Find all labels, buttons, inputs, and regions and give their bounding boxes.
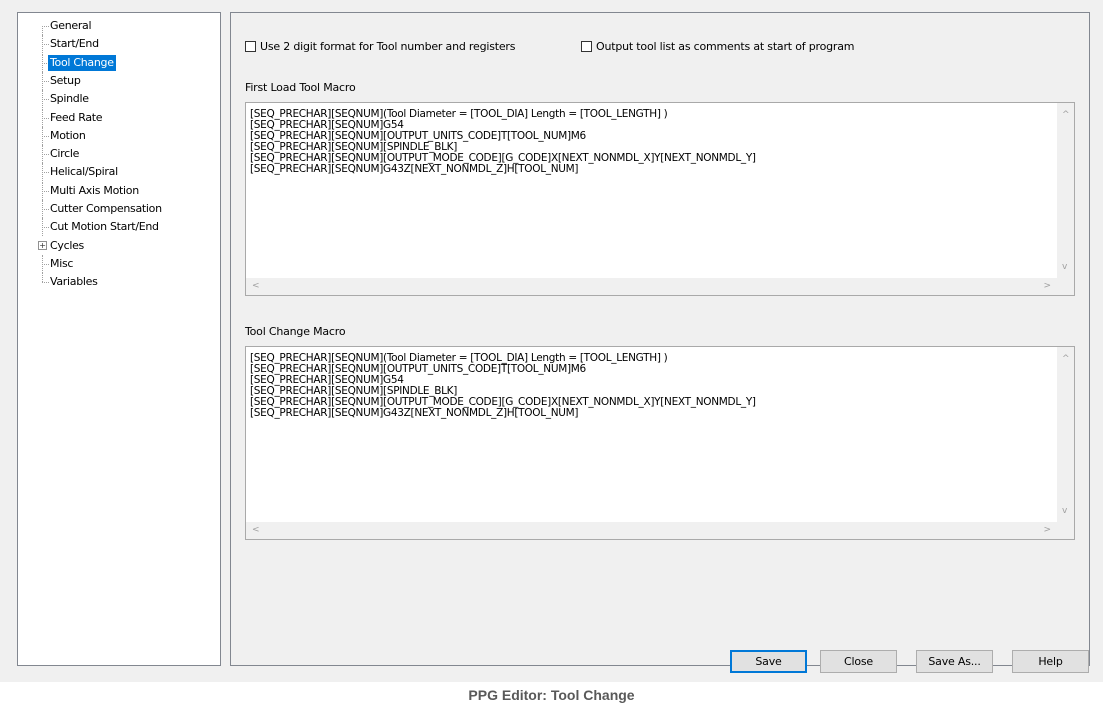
tree-branch-line <box>38 145 49 164</box>
tree-branch-line <box>38 163 49 182</box>
two-digit-format-checkbox[interactable] <box>245 40 256 52</box>
tree-item-label: Spindle <box>50 92 89 106</box>
first-load-macro-label: First Load Tool Macro <box>245 81 356 94</box>
tree-branch-line <box>38 35 49 54</box>
tree-branch-line <box>38 108 49 127</box>
tool-change-macro-editor[interactable]: [SEQ_PRECHAR][SEQNUM](Tool Diameter = [T… <box>245 346 1075 540</box>
tree-item[interactable]: Multi Axis Motion <box>18 181 220 200</box>
tree-item-label: Multi Axis Motion <box>50 183 139 197</box>
tree-item-label: Cycles <box>50 238 84 252</box>
save-button[interactable]: Save <box>730 650 807 673</box>
tree-item[interactable]: General <box>18 17 220 35</box>
first-load-macro-editor[interactable]: [SEQ_PRECHAR][SEQNUM](Tool Diameter = [T… <box>245 102 1075 296</box>
tool-change-macro-label: Tool Change Macro <box>245 325 346 338</box>
figure-caption: PPG Editor: Tool Change <box>468 687 635 703</box>
tree-branch-line <box>38 218 49 237</box>
tree-item[interactable]: Cut Motion Start/End <box>18 218 220 237</box>
first-load-horizontal-scrollbar[interactable]: < > <box>246 278 1057 295</box>
tree-item[interactable]: Variables <box>18 273 220 291</box>
scroll-right-arrow-icon[interactable]: > <box>1043 526 1051 535</box>
scroll-right-arrow-icon[interactable]: > <box>1043 282 1051 291</box>
save-as-button[interactable]: Save As... <box>916 650 993 673</box>
tree-item-label: Feed Rate <box>50 110 103 124</box>
tree-item[interactable]: + Cycles <box>18 237 220 255</box>
ppg-editor-window: General Start/End Tool Change Setup Spindle F… <box>0 0 1103 682</box>
scroll-up-arrow-icon[interactable]: ^ <box>1062 111 1070 120</box>
two-digit-format-label: Use 2 digit format for Tool number and r… <box>260 39 516 53</box>
scroll-left-arrow-icon[interactable]: < <box>252 282 260 291</box>
tree-item-label: Start/End <box>50 37 99 51</box>
two-digit-format-option[interactable]: Use 2 digit format for Tool number and r… <box>245 39 515 53</box>
tree-item[interactable]: Spindle <box>18 90 220 109</box>
tree-item-label: Helical/Spiral <box>50 165 118 179</box>
tree-branch-line <box>38 273 49 291</box>
tree-branch-line <box>38 181 49 200</box>
tree-item[interactable]: Motion <box>18 126 220 145</box>
scroll-down-arrow-icon[interactable]: v <box>1062 263 1067 272</box>
tree-item-label: Cut Motion Start/End <box>50 220 159 234</box>
tool-change-macro-text: [SEQ_PRECHAR][SEQNUM](Tool Diameter = [T… <box>250 353 1054 419</box>
tree-item[interactable]: Tool Change <box>18 53 220 72</box>
macro-line: [SEQ_PRECHAR][SEQNUM]G43Z[NEXT_NONMDL_Z]… <box>250 407 579 419</box>
tree-branch-line <box>38 126 49 145</box>
tree-item-label: Misc <box>50 256 74 270</box>
scroll-up-arrow-icon[interactable]: ^ <box>1062 355 1070 364</box>
tool-change-horizontal-scrollbar[interactable]: < > <box>246 522 1057 539</box>
category-tree[interactable]: General Start/End Tool Change Setup Spindle F… <box>17 12 221 666</box>
tree-item-label: Motion <box>50 128 86 142</box>
tool-change-panel: Use 2 digit format for Tool number and r… <box>230 12 1090 666</box>
tree-item-label: General <box>50 19 92 32</box>
tree-item[interactable]: Cutter Compensation <box>18 200 220 218</box>
expand-plus-icon[interactable]: + <box>38 240 47 250</box>
tree-branch-line <box>38 17 49 35</box>
tool-change-vertical-scrollbar[interactable]: ^ v <box>1057 347 1074 522</box>
tree-item-label: Circle <box>50 147 80 161</box>
tree-branch-line <box>38 90 49 109</box>
tree-branch-line <box>38 53 49 72</box>
tree-item-label: Cutter Compensation <box>50 202 162 215</box>
tool-list-comments-checkbox[interactable] <box>581 40 592 52</box>
tree-item-label: Variables <box>50 275 98 289</box>
close-button[interactable]: Close <box>820 650 897 673</box>
tree-item[interactable]: Feed Rate <box>18 108 220 127</box>
tool-list-comments-label: Output tool list as comments at start of… <box>596 39 855 53</box>
first-load-vertical-scrollbar[interactable]: ^ v <box>1057 103 1074 278</box>
scroll-corner <box>1057 278 1074 295</box>
macro-line: [SEQ_PRECHAR][SEQNUM]G43Z[NEXT_NONMDL_Z]… <box>250 163 579 175</box>
tree-branch-line <box>38 71 49 90</box>
help-button[interactable]: Help <box>1012 650 1089 673</box>
tree-item[interactable]: Setup <box>18 71 220 90</box>
first-load-macro-text: [SEQ_PRECHAR][SEQNUM](Tool Diameter = [T… <box>250 109 1054 175</box>
tree-item-label: Setup <box>50 73 81 87</box>
tool-list-comments-option[interactable]: Output tool list as comments at start of… <box>581 39 854 53</box>
scroll-corner <box>1057 522 1074 539</box>
tree-item[interactable]: Start/End <box>18 35 220 54</box>
tree-branch-line <box>38 200 49 218</box>
scroll-left-arrow-icon[interactable]: < <box>252 526 260 535</box>
tree-branch-line <box>38 254 49 273</box>
tree-item[interactable]: Helical/Spiral <box>18 163 220 182</box>
scroll-down-arrow-icon[interactable]: v <box>1062 507 1067 516</box>
tree-item[interactable]: Circle <box>18 145 220 164</box>
tree-item[interactable]: Misc <box>18 254 220 273</box>
category-tree-list: General Start/End Tool Change Setup Spindle F… <box>18 17 220 665</box>
tree-item-label: Tool Change <box>48 54 116 71</box>
